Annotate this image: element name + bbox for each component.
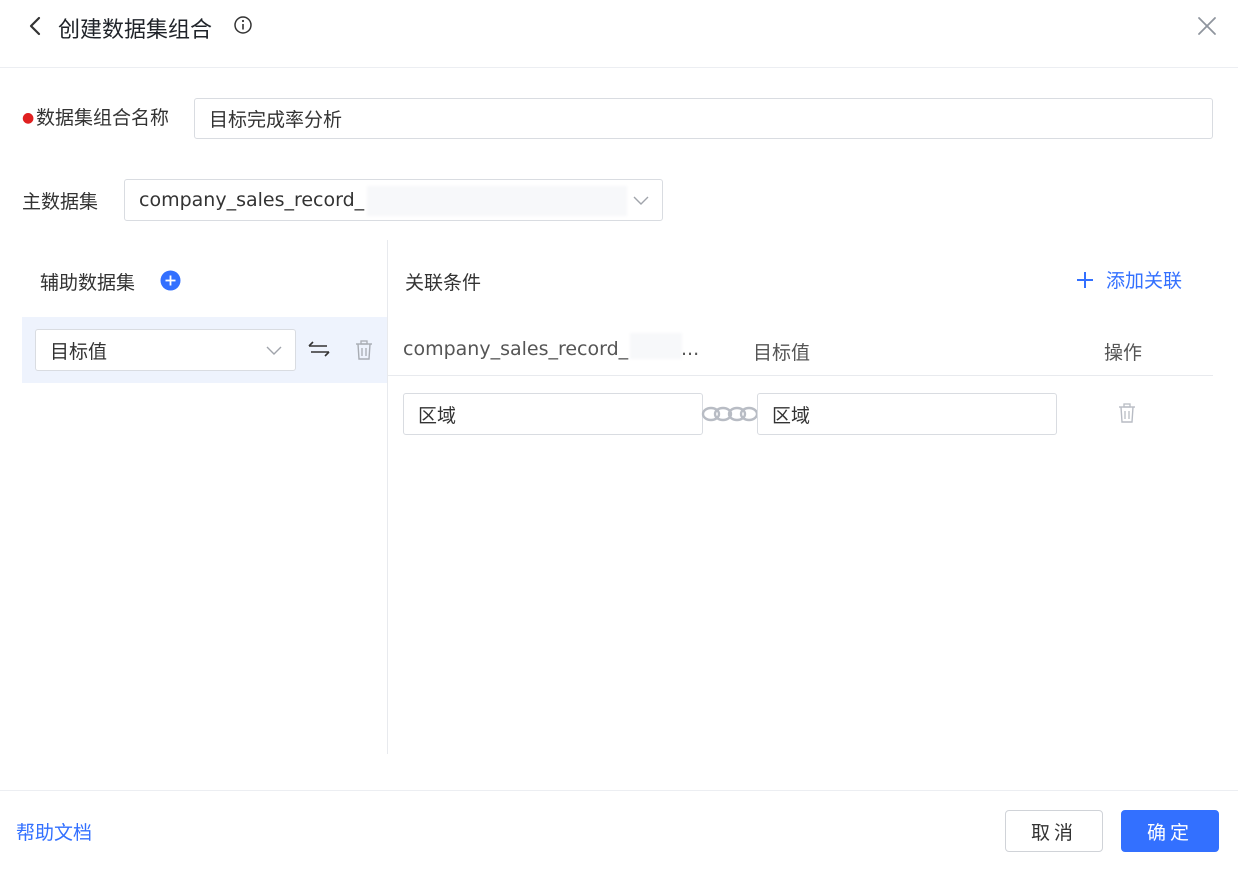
info-icon[interactable]	[233, 15, 253, 35]
name-label: 数据集组合名称	[36, 107, 170, 129]
dialog-footer: 帮助文档 取消 确定	[0, 790, 1238, 870]
aux-dataset-select[interactable]: 目标值	[35, 329, 296, 371]
trash-icon[interactable]	[1118, 403, 1136, 423]
plus-icon	[1077, 271, 1093, 288]
main-dataset-select[interactable]: company_sales_record_	[124, 179, 663, 221]
redacted-column-suffix	[630, 333, 682, 359]
close-icon[interactable]	[1196, 15, 1218, 37]
column-header-action: 操作	[1104, 342, 1143, 364]
main-dataset-value: company_sales_record_	[139, 189, 365, 211]
chevron-down-icon	[633, 196, 649, 205]
help-docs-link[interactable]: 帮助文档	[16, 818, 92, 845]
dialog-title: 创建数据集组合	[58, 18, 213, 43]
trash-icon[interactable]	[355, 340, 373, 360]
column-header-left: company_sales_record_	[403, 338, 629, 360]
swap-icon[interactable]	[307, 340, 331, 358]
relations-title: 关联条件	[405, 272, 482, 294]
aux-dataset-panel: 辅助数据集 目标值	[0, 240, 388, 754]
aux-dataset-value: 目标值	[50, 340, 108, 363]
left-field-input[interactable]: 区域	[403, 393, 703, 435]
add-relation-label: 添加关联	[1106, 270, 1183, 292]
cancel-button[interactable]: 取消	[1005, 810, 1103, 852]
chain-link-icon	[701, 406, 759, 422]
chevron-down-icon	[266, 346, 282, 355]
dialog-header: 创建数据集组合	[0, 0, 1238, 68]
column-header-right: 目标值	[753, 342, 811, 364]
aux-dataset-title: 辅助数据集	[40, 272, 136, 294]
name-input[interactable]: 目标完成率分析	[194, 98, 1213, 139]
redacted-suffix	[367, 186, 627, 216]
right-field-input[interactable]: 区域	[757, 393, 1057, 435]
column-header-ellipsis: ...	[681, 338, 700, 360]
table-divider	[388, 375, 1213, 376]
plus-circle-icon[interactable]	[160, 270, 181, 291]
confirm-button[interactable]: 确定	[1121, 810, 1219, 852]
add-relation-button[interactable]: 添加关联	[1076, 266, 1182, 293]
required-star: ●	[22, 110, 35, 126]
chevron-left-icon[interactable]	[24, 14, 46, 38]
main-dataset-label: 主数据集	[22, 191, 99, 213]
